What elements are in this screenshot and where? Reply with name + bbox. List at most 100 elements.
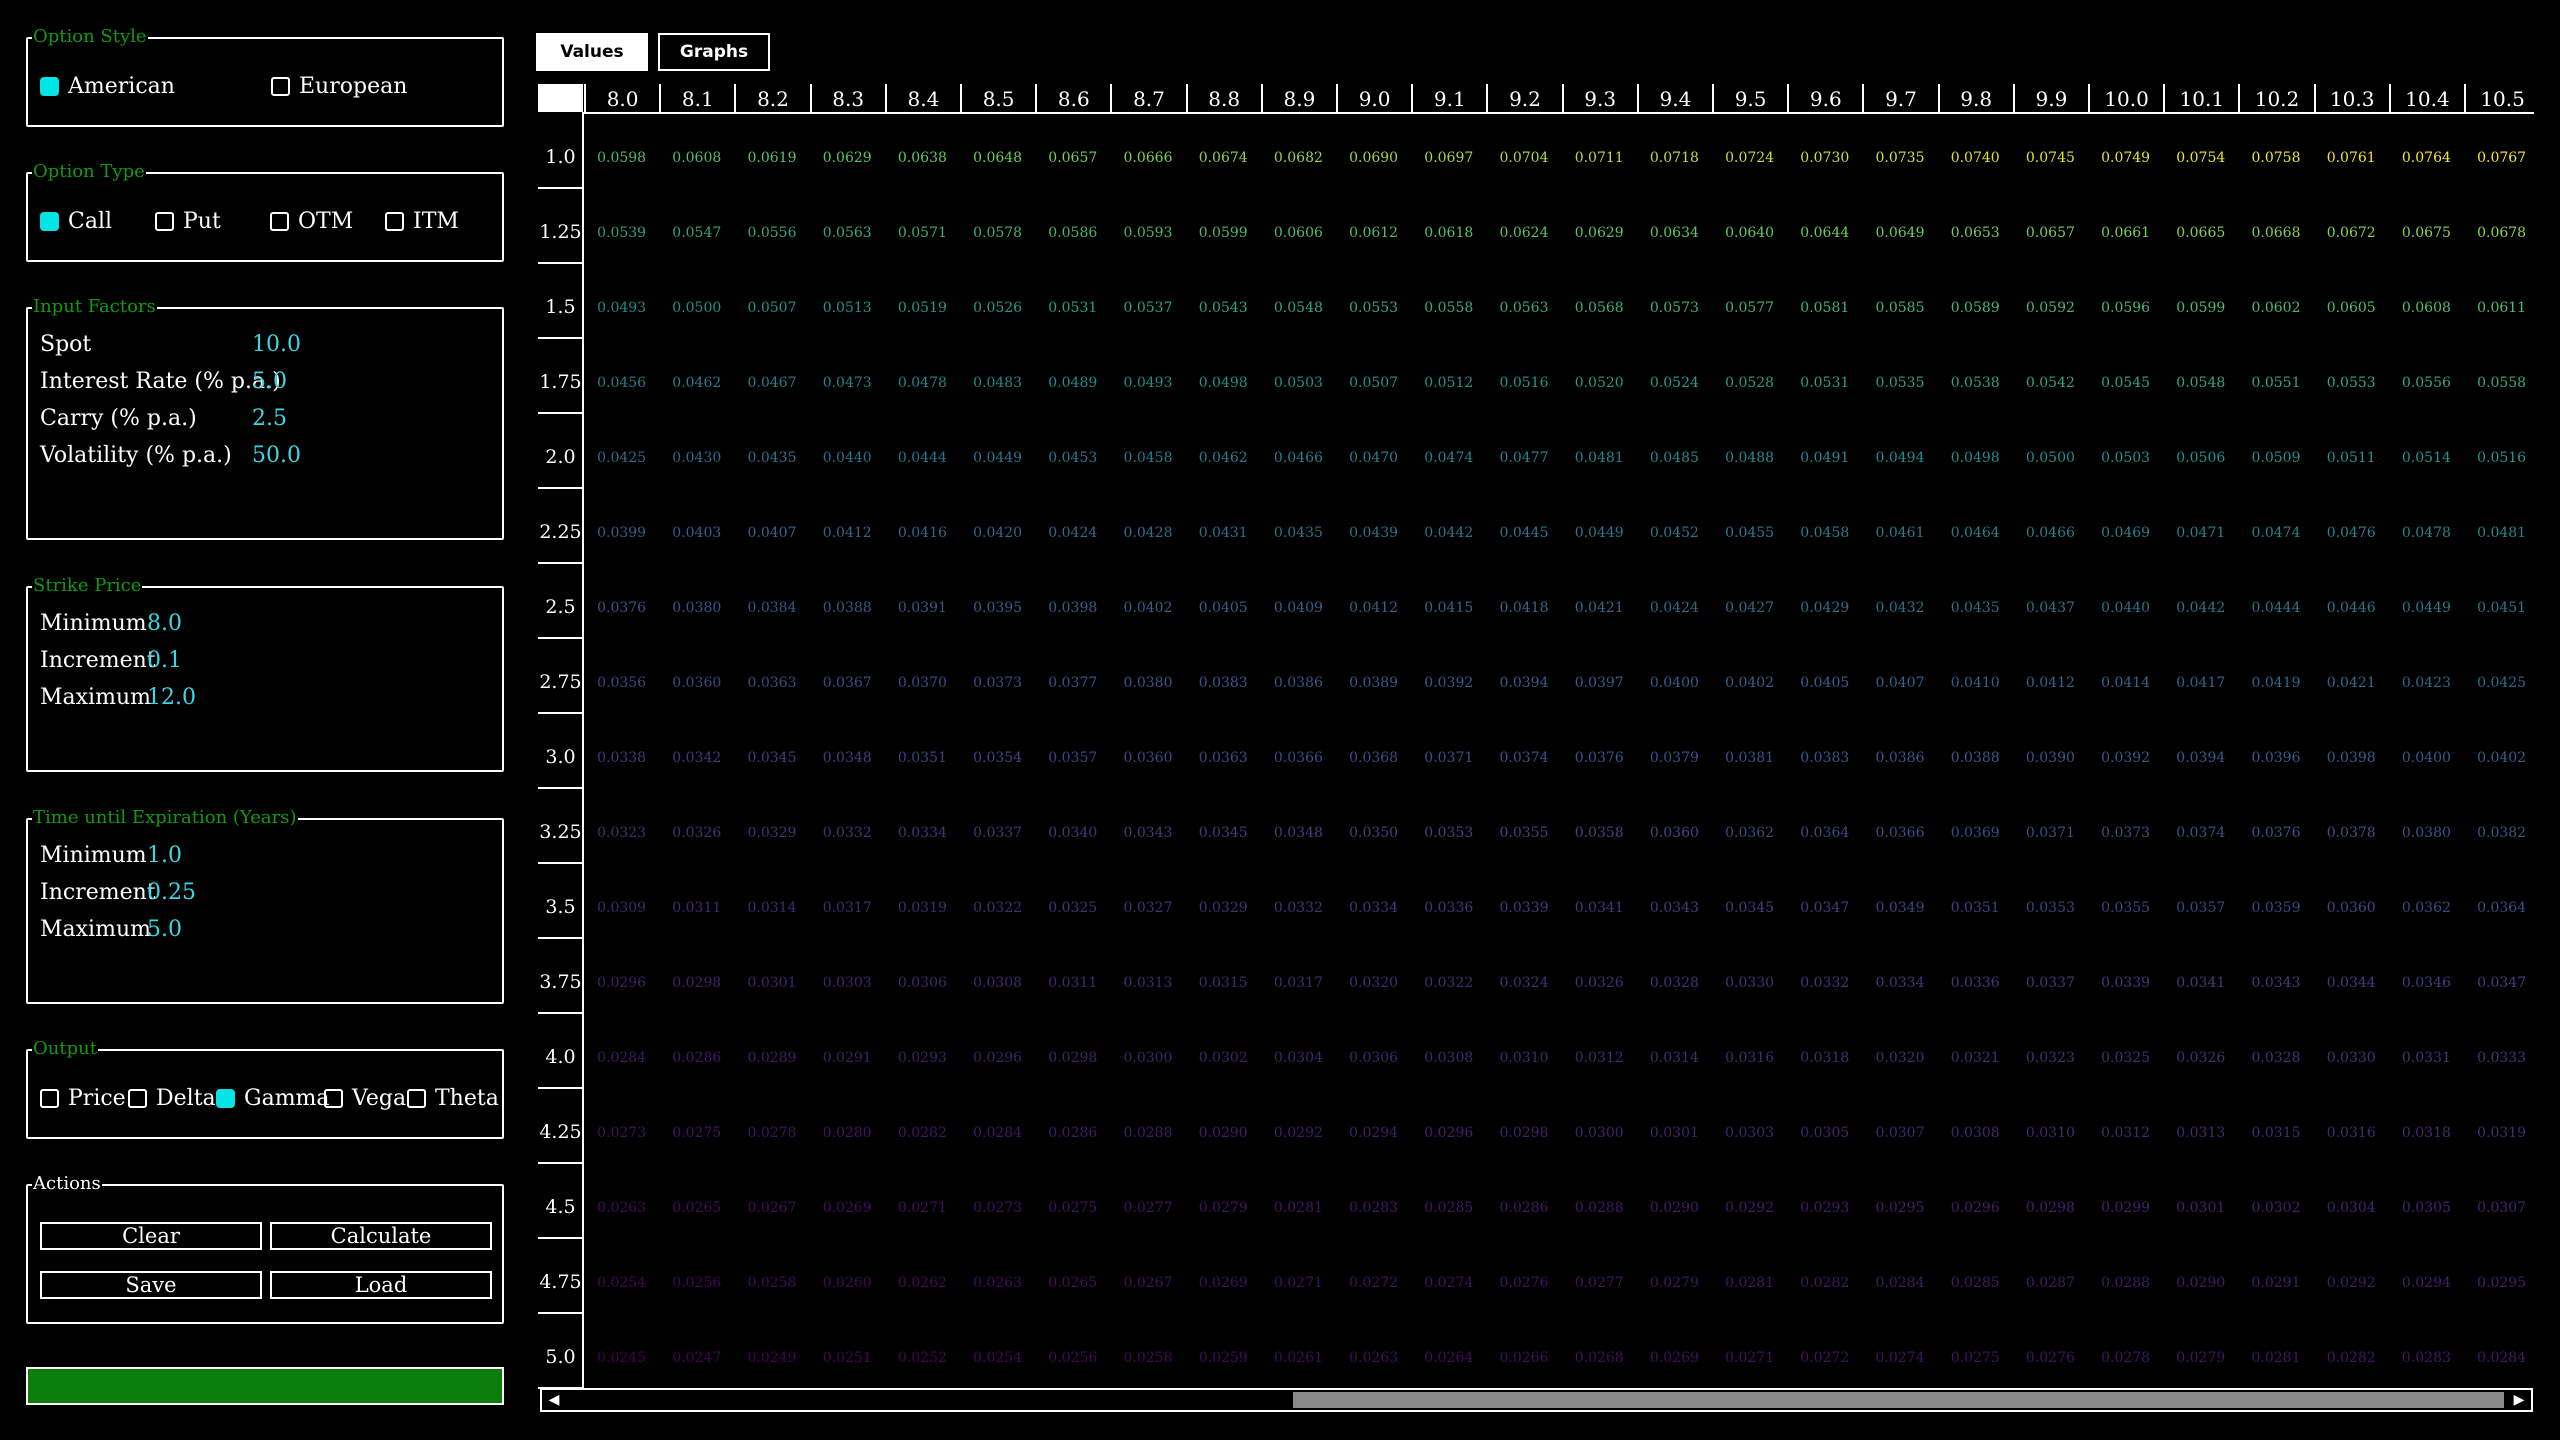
actions-legend: Actions: [32, 1173, 102, 1195]
table-cell: 0.0337: [973, 825, 1023, 841]
scroll-track[interactable]: [566, 1392, 2504, 1408]
table-cell: 0.0328: [2251, 1050, 2301, 1066]
itm-option[interactable]: ITM: [385, 209, 459, 234]
put-option[interactable]: Put: [155, 209, 221, 234]
table-cell: 0.0488: [1725, 450, 1775, 466]
american-checkbox[interactable]: [40, 77, 59, 96]
table-cell: 0.0553: [1349, 300, 1399, 316]
table-cell: 0.0274: [1424, 1275, 1474, 1291]
output-vega-option[interactable]: Vega: [324, 1086, 406, 1111]
table-cell: 0.0363: [1198, 750, 1248, 766]
row-header: 3.75: [539, 971, 582, 993]
european-checkbox[interactable]: [271, 77, 290, 96]
table-cell: 0.0383: [1800, 750, 1850, 766]
strike-min-value[interactable]: 8.0: [147, 610, 182, 638]
output-vega-checkbox[interactable]: [324, 1089, 343, 1108]
table-cell: 0.0353: [2025, 900, 2075, 916]
table-cell: 0.0563: [1499, 300, 1549, 316]
table-cell: 0.0424: [1048, 525, 1098, 541]
carry-label: Carry (% p.a.): [40, 406, 197, 431]
table-cell: 0.0735: [1875, 150, 1925, 166]
otm-checkbox[interactable]: [270, 212, 289, 231]
time-min-value[interactable]: 1.0: [147, 842, 182, 870]
table-cell: 0.0611: [2477, 300, 2527, 316]
interest-rate-value[interactable]: 5.0: [252, 368, 287, 396]
table-cell: 0.0379: [1649, 750, 1699, 766]
table-cell: 0.0435: [747, 450, 797, 466]
tab-values[interactable]: Values: [536, 33, 648, 71]
european-option[interactable]: European: [271, 74, 407, 99]
table-cell: 0.0420: [973, 525, 1023, 541]
table-cell: 0.0386: [1875, 750, 1925, 766]
table-cell: 0.0296: [1950, 1200, 2000, 1216]
load-button[interactable]: Load: [270, 1271, 492, 1299]
output-theta-option[interactable]: Theta: [407, 1086, 499, 1111]
table-cell: 0.0259: [1198, 1350, 1248, 1366]
carry-value[interactable]: 2.5: [252, 405, 287, 433]
row-header: 2.75: [539, 671, 582, 693]
output-theta-label: Theta: [435, 1086, 499, 1111]
table-cell: 0.0425: [597, 450, 647, 466]
table-cell: 0.0558: [2477, 375, 2527, 391]
call-option[interactable]: Call: [40, 209, 112, 234]
table-cell: 0.0416: [897, 525, 947, 541]
table-cell: 0.0380: [2401, 825, 2451, 841]
table-cell: 0.0283: [1349, 1200, 1399, 1216]
output-vega-label: Vega: [352, 1086, 407, 1111]
calculate-button[interactable]: Calculate: [270, 1222, 492, 1250]
call-checkbox[interactable]: [40, 212, 59, 231]
table-cell: 0.0351: [897, 750, 947, 766]
otm-option[interactable]: OTM: [270, 209, 353, 234]
table-cell: 0.0313: [2176, 1125, 2226, 1141]
row-divider: [538, 712, 583, 714]
output-group: Output Price Delta Gamma Vega Theta: [26, 1038, 504, 1139]
volatility-value[interactable]: 50.0: [252, 442, 301, 470]
strike-increment-value[interactable]: 0.1: [147, 647, 182, 675]
table-cell: 0.0265: [672, 1200, 722, 1216]
scroll-right-icon[interactable]: ▶: [2507, 1390, 2531, 1410]
output-price-option[interactable]: Price: [40, 1086, 126, 1111]
output-delta-checkbox[interactable]: [128, 1089, 147, 1108]
table-cell: 0.0254: [597, 1275, 647, 1291]
output-gamma-checkbox[interactable]: [216, 1089, 235, 1108]
output-gamma-option[interactable]: Gamma: [216, 1086, 330, 1111]
time-max-value[interactable]: 5.0: [147, 916, 182, 944]
clear-button[interactable]: Clear: [40, 1222, 262, 1250]
table-cell: 0.0300: [1574, 1125, 1624, 1141]
table-cell: 0.0407: [747, 525, 797, 541]
table-cell: 0.0291: [822, 1050, 872, 1066]
table-cell: 0.0403: [672, 525, 722, 541]
column-header: 9.4: [1636, 84, 1712, 114]
save-button[interactable]: Save: [40, 1271, 262, 1299]
table-cell: 0.0649: [1875, 225, 1925, 241]
column-header: 8.5: [960, 84, 1036, 114]
spot-value[interactable]: 10.0: [252, 331, 301, 359]
table-cell: 0.0405: [1198, 600, 1248, 616]
time-increment-value[interactable]: 0.25: [147, 879, 196, 907]
output-theta-checkbox[interactable]: [407, 1089, 426, 1108]
strike-max-value[interactable]: 12.0: [147, 684, 196, 712]
table-cell: 0.0672: [2326, 225, 2376, 241]
table-cell: 0.0764: [2401, 150, 2451, 166]
strike-increment-label: Increment: [40, 648, 156, 673]
table-cell: 0.0473: [822, 375, 872, 391]
horizontal-scrollbar[interactable]: ◀ ▶: [540, 1388, 2533, 1412]
american-option[interactable]: American: [40, 74, 175, 99]
scroll-thumb[interactable]: [1292, 1392, 2504, 1408]
row-header: 4.0: [545, 1046, 576, 1068]
column-header: 10.1: [2163, 84, 2239, 114]
table-cell: 0.0412: [2025, 675, 2075, 691]
output-price-checkbox[interactable]: [40, 1089, 59, 1108]
table-cell: 0.0711: [1574, 150, 1624, 166]
itm-checkbox[interactable]: [385, 212, 404, 231]
table-cell: 0.0390: [2025, 750, 2075, 766]
table-cell: 0.0326: [1574, 975, 1624, 991]
table-cell: 0.0281: [1273, 1200, 1323, 1216]
tab-graphs[interactable]: Graphs: [658, 33, 770, 71]
table-cell: 0.0322: [1424, 975, 1474, 991]
table-cell: 0.0531: [1048, 300, 1098, 316]
put-checkbox[interactable]: [155, 212, 174, 231]
scroll-left-icon[interactable]: ◀: [542, 1390, 566, 1410]
table-cell: 0.0563: [822, 225, 872, 241]
output-delta-option[interactable]: Delta: [128, 1086, 216, 1111]
